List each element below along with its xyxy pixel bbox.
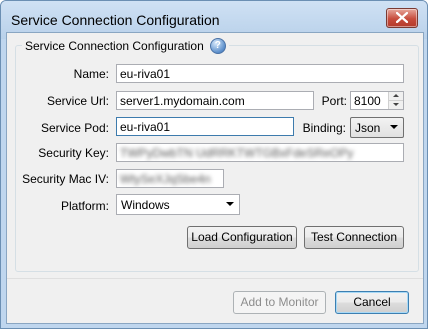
service-url-label: Service Url: [46,94,109,108]
port-spin-buttons [388,92,403,109]
port-label: Port: [321,94,347,108]
service-pod-input[interactable]: eu-riva01 [116,117,294,136]
port-stepper[interactable]: 8100 [350,91,404,110]
add-to-monitor-button[interactable]: Add to Monitor [233,291,326,314]
close-icon [396,12,408,23]
footer-separator [7,278,423,279]
binding-value: Json [355,121,381,135]
security-key-input[interactable]: TWPyDwbTN UdRRKTWTGBxFdeSReOPy [116,143,404,162]
chevron-down-icon [390,125,398,129]
name-label: Name: [73,67,109,81]
window-title: Service Connection Configuration [11,12,220,28]
service-url-input[interactable]: server1.mydomain.com [116,91,314,110]
dialog-body: Service Connection Configuration ? Name:… [6,32,424,324]
security-mac-iv-value: WtySeXJqSbe4n [120,172,211,186]
port-decrement-button[interactable] [389,101,403,109]
binding-select[interactable]: Json [350,117,404,138]
help-icon[interactable]: ? [209,38,226,54]
chevron-down-icon [226,202,234,206]
platform-value: Windows [121,198,170,212]
security-key-label: Security Key: [38,146,109,160]
close-button[interactable] [386,8,418,28]
security-mac-iv-input[interactable]: WtySeXJqSbe4n [116,169,224,188]
service-pod-label: Service Pod: [40,121,109,135]
groupbox-title-text: Service Connection Configuration [25,39,204,53]
security-key-value: TWPyDwbTN UdRRKTWTGBxFdeSReOPy [120,146,354,160]
load-configuration-button[interactable]: Load Configuration [187,226,297,249]
security-mac-iv-label: Security Mac IV: [22,172,109,186]
groupbox-title: Service Connection Configuration ? [22,38,229,54]
test-connection-button[interactable]: Test Connection [304,226,404,249]
dialog-window: Service Connection Configuration Service… [0,0,428,329]
port-increment-button[interactable] [389,92,403,101]
name-input[interactable]: eu-riva01 [116,64,404,83]
platform-label: Platform: [60,199,109,213]
binding-label: Binding: [302,121,346,135]
port-value: 8100 [354,94,381,108]
cancel-button[interactable]: Cancel [335,291,409,314]
platform-select[interactable]: Windows [116,194,240,215]
